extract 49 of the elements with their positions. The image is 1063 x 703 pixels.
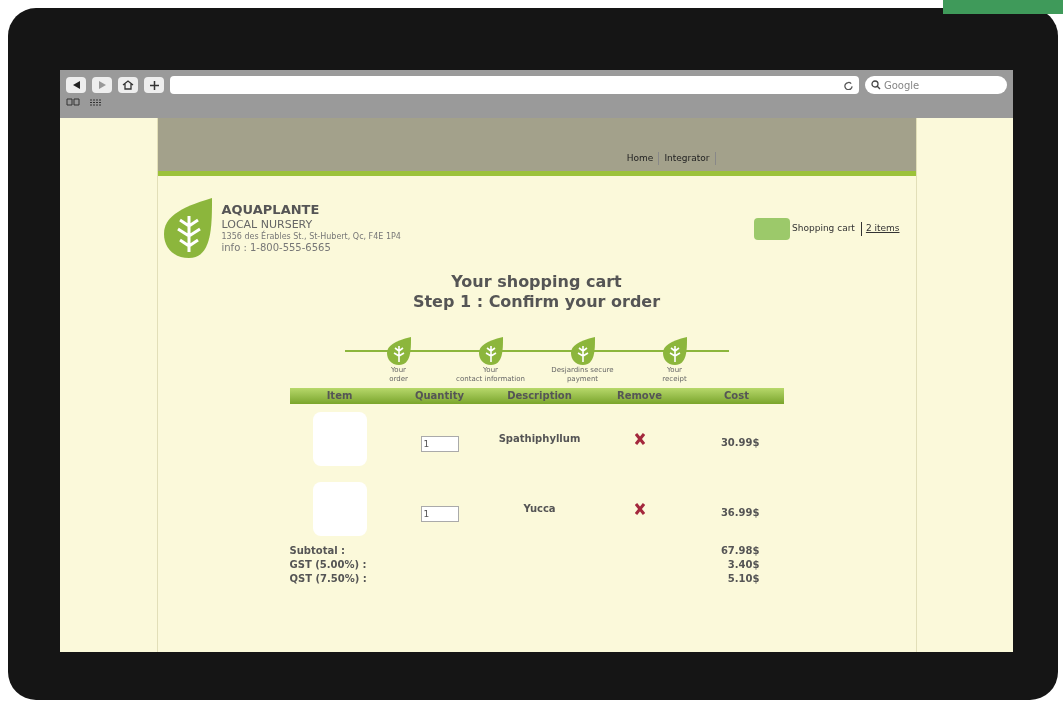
column-header: Cost: [723, 389, 750, 403]
back-button[interactable]: [66, 77, 86, 93]
column-header: Remove: [615, 389, 664, 403]
home-button[interactable]: [118, 77, 138, 93]
plus-icon: [149, 80, 159, 90]
plant-photo-placeholder: [312, 481, 367, 536]
items-link[interactable]: 2 items: [860, 222, 900, 236]
address-field[interactable]: [170, 76, 859, 94]
search-field[interactable]: Google: [865, 76, 1007, 94]
column-header: Item: [325, 389, 354, 403]
total-label: GST (5.00%) :: [289, 557, 367, 572]
total-value: 5.10$: [727, 571, 760, 586]
total-value: 67.98$: [720, 543, 760, 558]
remove-icon[interactable]: [634, 432, 645, 445]
grid-icon[interactable]: [90, 98, 102, 106]
column-header: Description: [506, 389, 573, 403]
home-icon: [122, 80, 134, 90]
leaf-icon: [477, 336, 504, 366]
cost-cell-text: 30.99$: [719, 436, 761, 450]
search-input: Google: [884, 77, 984, 93]
step-title: Step 1 : Confirm your order: [412, 292, 661, 312]
cost-cell-text: 36.99$: [719, 506, 761, 520]
column-header: Quantity: [414, 389, 465, 403]
brand-name: AQUAPLANTE: [221, 201, 321, 218]
search-icon: [871, 80, 881, 90]
back-icon: [72, 81, 80, 89]
leaf-icon: [661, 336, 688, 366]
address-text: 1356 des Érables St., St-Hubert, Qc, F4E 1P4: [221, 231, 401, 242]
quantity-field[interactable]: 1: [420, 435, 459, 452]
phone-text: info : 1-800-555-6565: [221, 241, 332, 255]
page-title: Your shopping cart: [451, 272, 622, 292]
brand-tagline: LOCAL NURSERY: [221, 218, 314, 231]
bookmarks-icon[interactable]: [66, 98, 80, 106]
total-value: 3.40$: [727, 557, 760, 572]
leaf-icon: [569, 336, 596, 366]
quantity-field[interactable]: 1: [420, 505, 459, 522]
remove-icon[interactable]: [634, 502, 645, 515]
add-button[interactable]: [144, 77, 164, 93]
total-label: Subtotal :: [289, 543, 346, 558]
plant-photo-placeholder: [312, 411, 367, 466]
nav-link[interactable]: Integrator: [659, 151, 716, 165]
description-cell-text: Yucca: [522, 502, 557, 516]
nav-link[interactable]: Home: [621, 151, 660, 165]
forward-icon: [98, 81, 106, 89]
description-cell-text: Spathiphyllum: [497, 432, 582, 446]
total-label: QST (7.50%) :: [289, 571, 367, 586]
reload-icon: [844, 80, 853, 90]
shopping-cart-link[interactable]: Shopping cart: [792, 222, 855, 236]
leaf-icon: [385, 336, 412, 366]
